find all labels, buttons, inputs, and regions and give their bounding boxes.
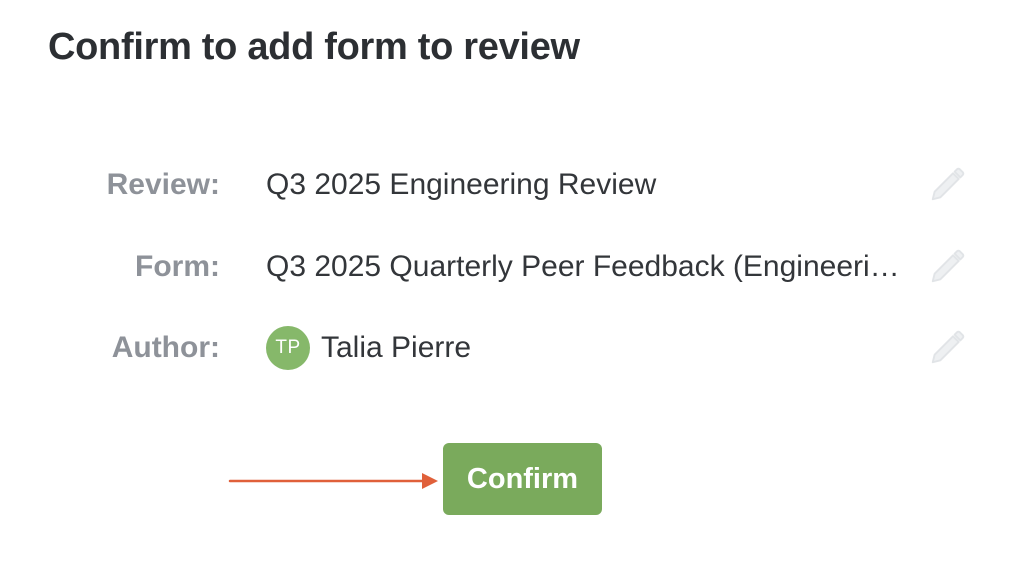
form-row: Form: Q3 2025 Quarterly Peer Feedback (E… (0, 242, 1018, 292)
avatar: TP (266, 326, 310, 370)
author-value: TP Talia Pierre (266, 326, 471, 370)
page-title: Confirm to add form to review (48, 26, 580, 68)
review-value: Q3 2025 Engineering Review (266, 168, 657, 201)
review-row: Review: Q3 2025 Engineering Review (0, 160, 1018, 210)
author-label: Author: (111, 331, 220, 364)
author-edit-pencil-icon[interactable] (928, 329, 966, 367)
form-edit-pencil-icon[interactable] (928, 248, 966, 286)
author-name: Talia Pierre (321, 331, 472, 364)
annotation-arrow-icon (228, 473, 438, 489)
review-label: Review: (106, 168, 220, 201)
confirm-dialog: Confirm to add form to review Review: Q3… (0, 0, 1018, 566)
author-row: Author: TP Talia Pierre (0, 323, 1018, 373)
confirm-button[interactable]: Confirm (443, 443, 602, 515)
form-value: Q3 2025 Quarterly Peer Feedback (Enginee… (266, 250, 908, 283)
form-label: Form: (135, 250, 220, 283)
review-edit-pencil-icon[interactable] (928, 166, 966, 204)
